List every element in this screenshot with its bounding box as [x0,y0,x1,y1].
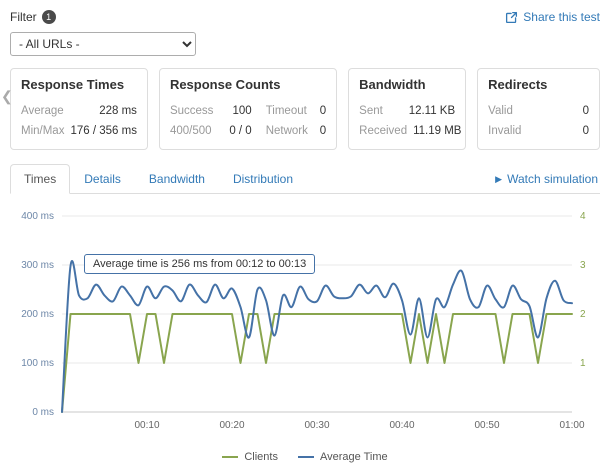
legend-item-average-time[interactable]: Average Time [298,451,388,463]
legend-swatch [298,456,314,458]
url-filter-row: - All URLs - [10,32,600,56]
x-axis-tick-label: 01:00 [559,420,584,431]
summary-cards: Response Times Average 228 ms Min/Max 176 / … [10,68,600,150]
watch-simulation-label: Watch simulation [507,172,598,186]
legend-swatch [222,456,238,458]
stat-row: Average 228 ms [21,101,137,121]
x-axis-tick-label: 00:20 [219,420,244,431]
tab-times[interactable]: Times [10,164,70,194]
stat-label: Invalid [488,121,521,141]
carousel-prev-icon[interactable]: ❮ [1,88,13,105]
stat-label: Timeout [266,101,307,121]
series-line-average-time [62,261,572,412]
summary-card: BandwidthSent12.11 KBReceived11.19 MB [348,68,466,150]
summary-card: Response Times Average 228 ms Min/Max 176 / … [10,68,148,150]
card-title: Redirects [488,77,589,92]
stat-row: Success 100 [170,101,252,121]
filter-count-badge: 1 [42,10,56,24]
left-axis-tick-label: 400 ms [21,211,54,222]
watch-simulation-link[interactable]: ▶ Watch simulation [495,172,600,193]
card-rows: Average 228 ms Min/Max 176 / 356 ms [21,101,137,141]
tab-bandwidth[interactable]: Bandwidth [135,164,219,194]
share-test-link[interactable]: Share this test [505,10,600,24]
right-axis-tick-label: 1 [580,358,586,369]
stat-label: Received [359,121,407,141]
chart-legend: Clients Average Time [10,451,600,463]
card-rows: Success 100 Timeout 0 400/500 0 / 0 Network 0 [170,101,326,141]
times-chart-panel: 0 ms 100 ms 200 ms 300 ms 400 ms 1 2 3 4 00:10 00:… [10,194,600,463]
legend-label: Average Time [320,451,388,463]
url-filter-select[interactable]: - All URLs - [10,32,196,56]
stat-label: Success [170,101,213,121]
left-axis-tick-label: 200 ms [21,309,54,320]
stat-label: Average [21,101,64,121]
tabs-row: TimesDetailsBandwidthDistribution ▶ Watc… [10,164,600,194]
summary-card: Response Counts Success 100 Timeout 0 400/500… [159,68,337,150]
stat-row: Received11.19 MB [359,121,455,141]
left-axis-tick-label: 100 ms [21,358,54,369]
x-axis-tick-label: 00:30 [304,420,329,431]
stat-row: Valid 0 [488,101,589,121]
times-chart[interactable]: 0 ms 100 ms 200 ms 300 ms 400 ms 1 2 3 4 00:10 00:… [10,202,600,446]
left-axis-tick-label: 300 ms [21,260,54,271]
stat-value: 0 / 0 [229,121,251,141]
legend-item-clients[interactable]: Clients [222,451,278,463]
play-icon: ▶ [495,175,502,184]
stat-value: 0 [583,101,589,121]
legend-label: Clients [244,451,278,463]
stat-value: 0 [320,121,326,141]
stat-row: 400/500 0 / 0 [170,121,252,141]
stat-row: Min/Max 176 / 356 ms [21,121,137,141]
stat-row: Sent 12.11 KB [359,101,455,121]
right-axis-tick-label: 4 [580,211,586,222]
card-title: Response Counts [170,77,326,92]
stat-value: 12.11 KB [409,101,455,121]
x-axis-tick-label: 00:10 [134,420,159,431]
tab-distribution[interactable]: Distribution [219,164,307,194]
chart-tooltip: Average time is 256 ms from 00:12 to 00:… [84,254,315,274]
stat-label: Min/Max [21,121,64,141]
load-test-results-page: Filter 1 Share this test - All URLs - ❮ … [0,0,610,468]
right-axis-tick-label: 2 [580,309,586,320]
stat-label: Valid [488,101,513,121]
stat-label: Network [266,121,308,141]
stat-label: 400/500 [170,121,212,141]
x-axis-tick-label: 00:40 [389,420,414,431]
summary-card: Redirects Valid 0 Invalid 0 [477,68,600,150]
stat-label: Sent [359,101,383,121]
stat-row: Invalid 0 [488,121,589,141]
right-axis-tick-label: 3 [580,260,586,271]
filter-label: Filter [10,10,37,24]
card-title: Response Times [21,77,137,92]
x-axis-tick-label: 00:50 [474,420,499,431]
stat-row: Network 0 [266,121,326,141]
topbar: Filter 1 Share this test [10,8,600,26]
stat-value: 176 / 356 ms [70,121,136,141]
card-rows: Valid 0 Invalid 0 [488,101,589,141]
stat-value: 100 [233,101,252,121]
filter-group: Filter 1 [10,10,56,24]
tab-details[interactable]: Details [70,164,135,194]
stat-row: Timeout 0 [266,101,326,121]
stat-value: 228 ms [99,101,137,121]
share-link-label: Share this test [523,10,600,24]
stat-value: 0 [320,101,326,121]
stat-value: 0 [583,121,589,141]
share-icon [505,11,518,24]
left-axis-tick-label: 0 ms [32,407,54,418]
stat-value: 11.19 MB [413,121,461,141]
card-rows: Sent 12.11 KBReceived11.19 MB [359,101,455,141]
card-title: Bandwidth [359,77,455,92]
tabs: TimesDetailsBandwidthDistribution [10,164,307,193]
